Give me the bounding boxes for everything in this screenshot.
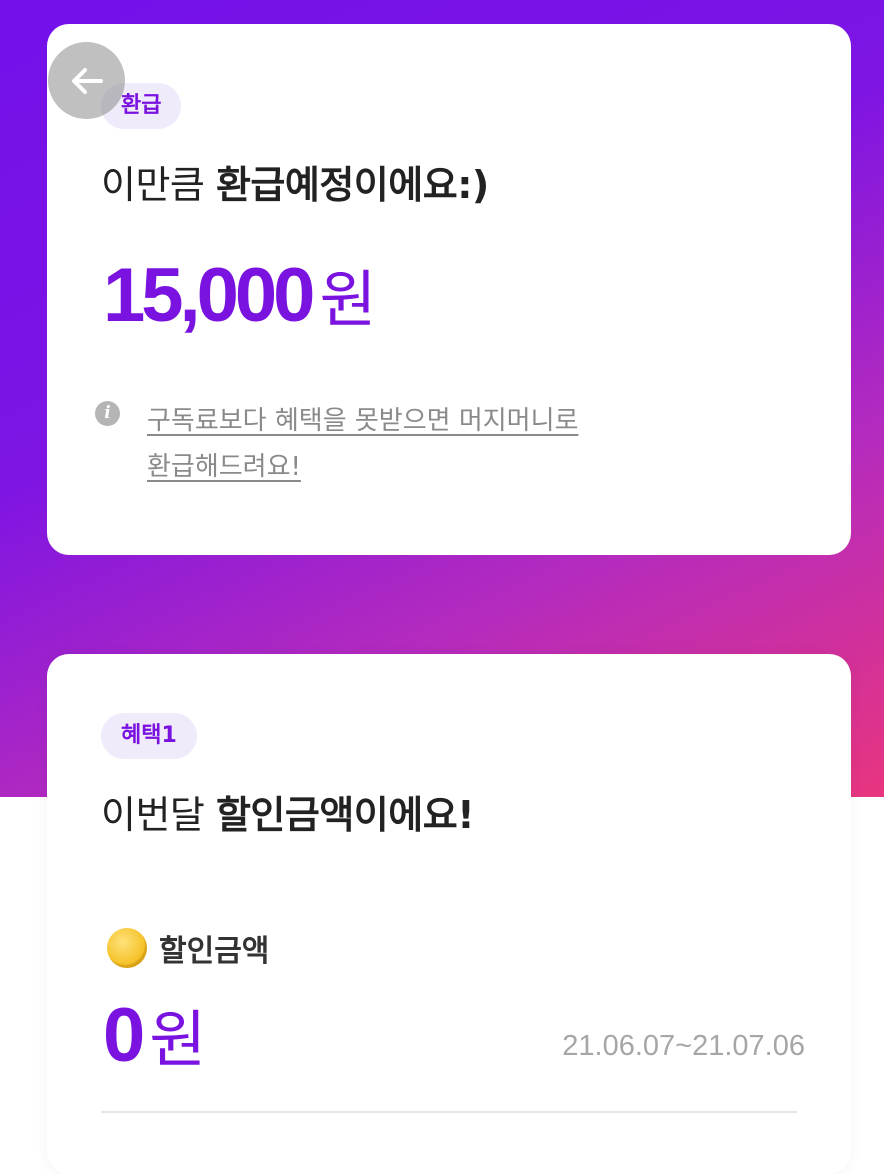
discount-label: 할인금액	[159, 934, 270, 969]
benefit-card: 혜택1 이번달 할인금액이에요! 할인금액 0원 21.06.07~21.07.…	[47, 654, 851, 1174]
info-icon: i	[95, 401, 120, 426]
refund-info-link[interactable]: 구독료보다 혜택을 못받으면 머지머니로 환급해드려요!	[147, 398, 578, 490]
benefit-headline-prefix: 이번달	[101, 793, 216, 837]
discount-amount: 0원	[103, 989, 206, 1079]
refund-amount-unit: 원	[319, 263, 377, 336]
refund-amount: 15,000 원	[103, 249, 377, 339]
refund-headline: 이만큼 환급예정이에요:)	[101, 154, 489, 209]
refund-info: i 구독료보다 혜택을 못받으면 머지머니로 환급해드려요!	[95, 398, 578, 490]
coin-icon	[107, 928, 147, 968]
divider	[101, 1111, 797, 1113]
discount-amount-unit: 원	[149, 1003, 207, 1076]
refund-card: 환급 이만큼 환급예정이에요:) 15,000 원 i 구독료보다 혜택을 못받으…	[47, 24, 851, 555]
refund-info-line-2: 환급해드려요!	[147, 452, 301, 482]
discount-label-row: 할인금액	[107, 926, 269, 970]
refund-headline-strong: 환급예정이에요:)	[215, 163, 489, 207]
refund-headline-prefix: 이만큼	[101, 163, 216, 207]
benefit-headline: 이번달 할인금액이에요!	[101, 784, 475, 839]
arrow-left-icon	[71, 67, 103, 94]
refund-info-line-1: 구독료보다 혜택을 못받으면 머지머니로	[147, 406, 579, 436]
back-button[interactable]	[48, 42, 125, 119]
refund-amount-value: 15,000	[103, 253, 315, 338]
discount-date-range: 21.06.07~21.07.06	[562, 1030, 805, 1062]
benefit-headline-strong: 할인금액이에요!	[215, 793, 475, 837]
benefit-badge: 혜택1	[101, 713, 197, 759]
discount-amount-value: 0	[103, 993, 145, 1078]
